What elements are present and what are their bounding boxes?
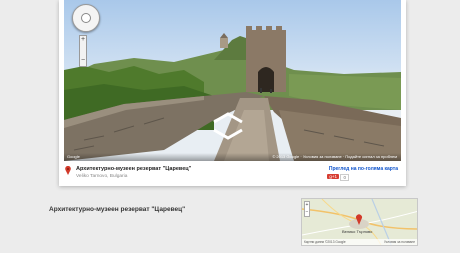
place-subtitle: Veliko Tarnovo, Bulgaria	[76, 174, 128, 179]
location-pin-icon	[65, 166, 71, 175]
zoom-in-icon[interactable]: +	[305, 202, 309, 209]
bigger-map-link[interactable]: Преглед на по-голяма карта	[329, 166, 398, 172]
compass-nav-icon[interactable]	[72, 4, 100, 32]
map-terms-link[interactable]: Условия за ползване	[384, 239, 415, 245]
terms-text[interactable]: © 2013 Google · Условия за ползване · По…	[272, 153, 397, 161]
mini-map-zoom[interactable]: + −	[304, 201, 310, 217]
zoom-out-icon[interactable]: −	[305, 209, 309, 216]
panorama-footer: Google © 2013 Google · Условия за ползва…	[64, 153, 401, 161]
forward-arrow-icon[interactable]	[211, 112, 245, 124]
google-logo: Google	[67, 154, 80, 159]
place-title: Архитектурно-музеен резерват "Царевец"	[76, 166, 192, 172]
map-town-label: Велико Търново	[342, 229, 373, 234]
zoom-control[interactable]: + −	[79, 35, 87, 67]
back-arrow-icon[interactable]	[211, 128, 245, 140]
streetview-embed-card: + − Google © 2013 Google · Условия за по…	[59, 0, 406, 186]
page-heading: Архитектурно-музеен резерват "Царевец"	[49, 206, 186, 213]
mini-map-footer: Картни данни ©2013 Google Условия за пол…	[302, 239, 417, 245]
zoom-in-icon[interactable]: +	[80, 36, 86, 43]
mini-map[interactable]: + − Велико Търново Картни данни ©2013 Go…	[301, 198, 418, 246]
streetview-panorama[interactable]: + − Google © 2013 Google · Условия за по…	[64, 0, 401, 161]
map-data-credit: Картни данни ©2013 Google	[304, 240, 346, 244]
gplus-button[interactable]: g+1	[327, 174, 339, 179]
place-info-bar: Архитектурно-музеен резерват "Царевец" V…	[64, 164, 401, 184]
gplus-count: 0	[340, 174, 349, 181]
zoom-out-icon[interactable]: −	[80, 57, 86, 64]
compass-center[interactable]	[81, 13, 91, 23]
